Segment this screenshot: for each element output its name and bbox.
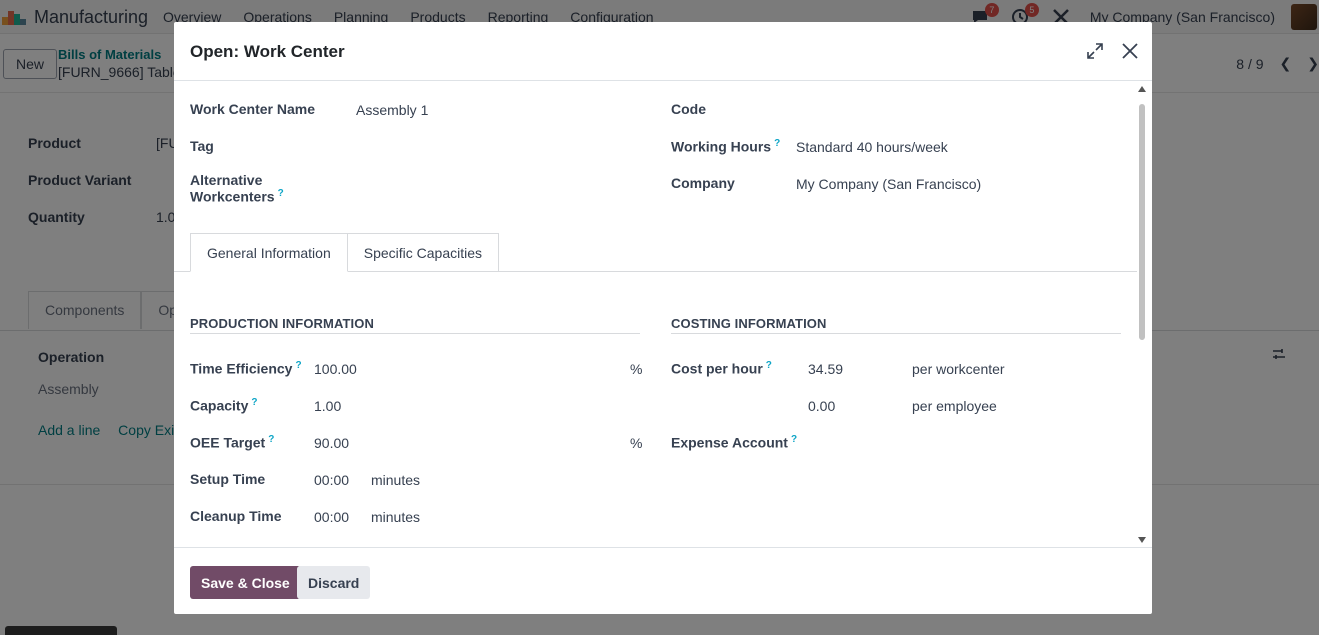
time-efficiency-input[interactable]: 100.00 (314, 361, 357, 377)
expand-icon[interactable] (1086, 42, 1106, 62)
setup-time-unit: minutes (371, 472, 421, 488)
dialog-body: Work Center Name Assembly 1 Tag Alternat… (174, 82, 1152, 547)
dialog-scrollbar[interactable] (1136, 86, 1148, 543)
oee-target-input[interactable]: 90.00 (314, 435, 349, 451)
tag-label: Tag (190, 138, 214, 154)
alternative-workcenters-label-line1: Alternative (190, 172, 263, 188)
company-label: Company (671, 175, 735, 191)
company-select[interactable]: My Company (San Francisco) (796, 176, 981, 192)
scroll-thumb[interactable] (1139, 104, 1145, 340)
production-section-divider (190, 333, 640, 334)
help-icon[interactable]: ? (251, 397, 257, 408)
cost-per-hour-unit: per workcenter (912, 361, 1005, 377)
alternative-workcenters-label-line2: Workcenters? (190, 188, 284, 205)
employee-cost-unit: per employee (912, 398, 997, 414)
setup-time-input[interactable]: 00:00 (314, 472, 349, 488)
costing-section-divider (671, 333, 1121, 334)
capacity-label: Capacity? (190, 397, 257, 414)
cost-per-hour-label-text: Cost per hour (671, 360, 763, 377)
dialog-title: Open: Work Center (190, 42, 345, 61)
help-icon[interactable]: ? (774, 138, 780, 149)
alternative-workcenters-input[interactable] (356, 177, 656, 195)
capacity-label-text: Capacity (190, 397, 249, 414)
discard-button[interactable]: Discard (297, 566, 371, 599)
work-center-dialog: Open: Work Center Work Center Name Assem… (174, 22, 1152, 614)
time-efficiency-label: Time Efficiency? (190, 360, 302, 377)
code-label: Code (671, 101, 706, 117)
tab-general-information[interactable]: General Information (190, 233, 348, 272)
tag-input[interactable] (356, 138, 656, 156)
expense-account-label: Expense Account? (671, 434, 797, 451)
dialog-header: Open: Work Center (174, 22, 1152, 81)
time-efficiency-unit: % (630, 361, 643, 377)
scroll-up-icon[interactable] (1138, 86, 1146, 92)
production-information-title: PRODUCTION INFORMATION (190, 316, 374, 331)
oee-target-unit: % (630, 435, 643, 451)
code-input[interactable] (796, 101, 1116, 119)
alternative-workcenters-label: Alternative Workcenters? (190, 172, 284, 205)
dialog-tabs: General Information Specific Capacities (190, 233, 500, 272)
cleanup-time-label: Cleanup Time (190, 508, 282, 524)
time-efficiency-label-text: Time Efficiency (190, 360, 293, 377)
expense-account-label-text: Expense Account (671, 434, 788, 451)
oee-target-label-text: OEE Target (190, 434, 266, 451)
setup-time-label: Setup Time (190, 471, 266, 487)
working-hours-select[interactable]: Standard 40 hours/week (796, 139, 948, 155)
expense-account-input[interactable] (808, 434, 1108, 452)
help-icon[interactable]: ? (268, 434, 274, 445)
cleanup-time-input[interactable]: 00:00 (314, 509, 349, 525)
help-icon[interactable]: ? (278, 188, 284, 199)
help-icon[interactable]: ? (791, 434, 797, 445)
working-hours-label-text: Working Hours (671, 138, 772, 155)
alternative-workcenters-label-text: Workcenters (190, 188, 275, 205)
cleanup-time-unit: minutes (371, 509, 421, 525)
cost-per-hour-input[interactable]: 34.59 (808, 361, 843, 377)
help-icon[interactable]: ? (295, 360, 301, 371)
oee-target-label: OEE Target? (190, 434, 274, 451)
work-center-name-label: Work Center Name (190, 101, 316, 117)
working-hours-label: Working Hours? (671, 138, 780, 155)
scroll-down-icon[interactable] (1138, 537, 1146, 543)
costing-information-title: COSTING INFORMATION (671, 316, 827, 331)
employee-cost-input[interactable]: 0.00 (808, 398, 835, 414)
close-icon[interactable] (1119, 40, 1141, 62)
help-icon[interactable]: ? (766, 360, 772, 371)
tab-specific-capacities[interactable]: Specific Capacities (347, 233, 500, 272)
dialog-footer: Save & Close Discard (174, 547, 1152, 614)
work-center-name-input[interactable]: Assembly 1 (356, 102, 428, 118)
save-close-button[interactable]: Save & Close (190, 566, 301, 599)
capacity-input[interactable]: 1.00 (314, 398, 341, 414)
cost-per-hour-label: Cost per hour? (671, 360, 772, 377)
